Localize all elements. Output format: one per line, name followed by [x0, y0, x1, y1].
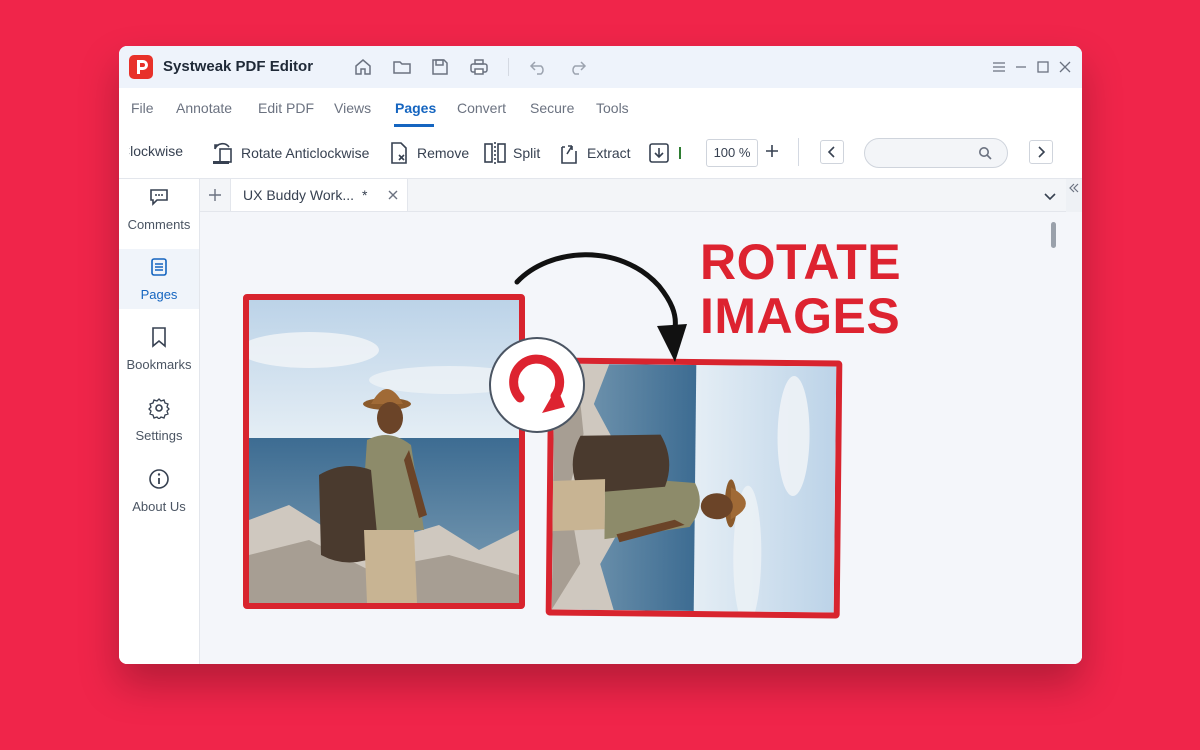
rotated-man-image — [545, 363, 837, 619]
redo-icon[interactable] — [567, 57, 587, 77]
curved-arrow-icon — [514, 252, 687, 362]
headline-images: IMAGES — [700, 288, 901, 344]
title-separator — [508, 58, 509, 76]
toolbar-overflow-marker — [679, 147, 681, 159]
close-tab-icon[interactable] — [387, 189, 399, 201]
sidebar-item-label: Pages — [140, 287, 178, 302]
rotate-clockwise-label: Clockwise — [129, 143, 184, 159]
document-tab-bar: UX Buddy Work... * — [200, 179, 1082, 212]
toolbar-separator — [798, 138, 799, 166]
insert-page-icon — [649, 143, 669, 163]
maximize-icon[interactable] — [1035, 59, 1051, 75]
search-input[interactable] — [864, 138, 1008, 168]
insert-page-button[interactable] — [647, 141, 681, 165]
sidebar-item-label: Bookmarks — [126, 357, 192, 372]
document-tab[interactable]: UX Buddy Work... * — [230, 179, 408, 211]
headline-rotate: ROTATE — [700, 234, 902, 290]
remove-page-label: Remove — [417, 145, 470, 161]
search-icon — [979, 147, 992, 160]
active-tab-indicator — [394, 124, 434, 127]
sidebar-item-pages[interactable]: Pages — [119, 249, 199, 309]
undo-icon[interactable] — [529, 57, 549, 77]
sidebar-item-bookmarks[interactable]: Bookmarks — [119, 319, 199, 379]
chevron-down-icon[interactable] — [1043, 189, 1057, 203]
sidebar-item-label: Comments — [127, 217, 191, 232]
home-icon[interactable] — [353, 57, 373, 77]
sidebar-item-settings[interactable]: Settings — [119, 390, 199, 450]
split-button[interactable]: Split — [483, 141, 540, 165]
rotate-anticlockwise-button[interactable]: Rotate Anticlockwise — [211, 141, 369, 165]
app-title: Systweak PDF Editor — [163, 58, 314, 75]
menu-convert[interactable]: Convert — [457, 100, 506, 116]
sidebar-item-label: Settings — [135, 428, 183, 443]
extract-button[interactable]: Extract — [557, 141, 631, 165]
save-icon[interactable] — [430, 57, 450, 77]
next-page-button[interactable] — [1029, 140, 1053, 164]
menu-edit-pdf[interactable]: Edit PDF — [258, 100, 314, 116]
menu-pages[interactable]: Pages — [395, 100, 436, 116]
split-icon — [484, 142, 506, 164]
left-sidebar: Comments Pages Bookmarks Settings About … — [119, 179, 200, 664]
menu-annotate[interactable]: Annotate — [176, 100, 232, 116]
original-photo — [243, 294, 525, 609]
close-icon[interactable] — [1057, 59, 1073, 75]
rotate-clockwise-button[interactable]: Clockwise — [129, 143, 199, 159]
bookmark-icon — [152, 327, 166, 348]
zoom-in-icon[interactable] — [764, 143, 780, 159]
gear-icon — [148, 398, 170, 419]
chevron-left-icon — [827, 146, 835, 158]
man-by-sea-image — [249, 300, 519, 603]
extract-icon — [561, 145, 577, 164]
pages-toolbar: Clockwise Rotate Anticlockwise Remove Sp… — [119, 128, 1082, 179]
rotate-anticlockwise-label: Rotate Anticlockwise — [241, 145, 370, 161]
zoom-input[interactable]: 100 % — [706, 139, 758, 167]
title-bar: Systweak PDF Editor — [119, 46, 1082, 88]
folder-icon[interactable] — [392, 57, 412, 77]
new-tab-icon[interactable] — [208, 188, 222, 202]
rotate-anticlockwise-icon — [213, 142, 232, 164]
pages-icon — [151, 258, 167, 276]
menu-file[interactable]: File — [131, 100, 154, 116]
sidebar-item-about[interactable]: About Us — [119, 461, 199, 521]
sidebar-item-label: About Us — [132, 499, 186, 514]
rotated-photo — [545, 357, 843, 619]
menu-secure[interactable]: Secure — [530, 100, 574, 116]
scrollbar-thumb[interactable] — [1051, 222, 1056, 248]
modified-marker: * — [362, 187, 368, 203]
sidebar-item-comments[interactable]: Comments — [119, 179, 199, 239]
menu-views[interactable]: Views — [334, 100, 371, 116]
menu-tools[interactable]: Tools — [596, 100, 629, 116]
extract-label: Extract — [587, 145, 631, 161]
app-window: Systweak PDF Editor File Annotate Edit P… — [119, 46, 1082, 664]
remove-page-icon — [391, 142, 407, 164]
print-icon[interactable] — [469, 57, 489, 77]
remove-page-button[interactable]: Remove — [387, 141, 469, 165]
split-label: Split — [513, 145, 541, 161]
previous-page-button[interactable] — [820, 140, 844, 164]
app-logo-icon — [129, 55, 153, 79]
comments-icon — [150, 189, 168, 206]
minimize-icon[interactable] — [1013, 59, 1029, 75]
document-tab-name: UX Buddy Work... — [243, 187, 355, 203]
hamburger-menu-icon[interactable] — [991, 59, 1007, 75]
chevron-right-icon — [1038, 146, 1046, 158]
info-icon — [149, 469, 169, 489]
double-chevron-left-icon — [1069, 183, 1079, 193]
menu-bar: File Annotate Edit PDF Views Pages Conve… — [119, 88, 1082, 129]
